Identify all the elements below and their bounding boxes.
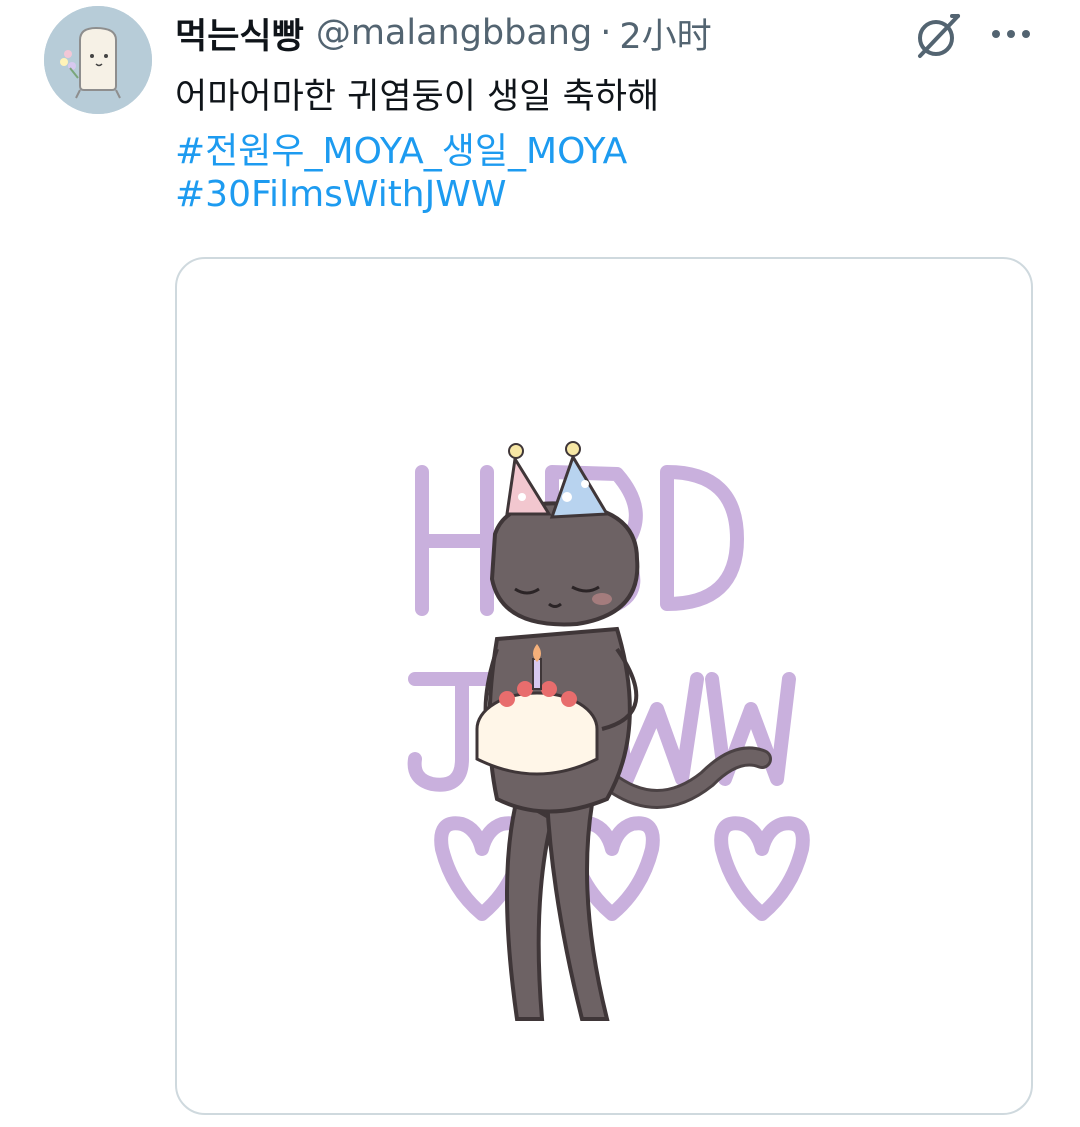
author-display-name[interactable]: 먹는식빵 — [175, 8, 304, 59]
tweet-media-image[interactable] — [175, 257, 1033, 1115]
more-options-icon[interactable] — [988, 14, 1034, 54]
grok-icon[interactable] — [912, 10, 964, 62]
avatar[interactable] — [44, 6, 152, 114]
timestamp[interactable]: 2小时 — [619, 8, 711, 59]
bread-avatar-icon — [44, 6, 152, 114]
hashtag-link[interactable]: #전원우_MOYA_생일_MOYA — [175, 122, 627, 174]
tweet-text: 어마어마한 귀염둥이 생일 축하해 — [175, 77, 660, 117]
tweet[interactable]: 먹는식빵 @malangbbang · 2小时 어마어마한 귀염둥이 생일 축하… — [0, 0, 1080, 1127]
separator-dot: · — [600, 13, 612, 53]
birthday-cat-illustration — [407, 441, 810, 1021]
author-handle[interactable]: @malangbbang — [316, 13, 592, 53]
hashtag-link[interactable]: #30FilmsWithJWW — [175, 174, 506, 215]
tweet-header: 먹는식빵 @malangbbang · 2小时 — [175, 8, 712, 58]
